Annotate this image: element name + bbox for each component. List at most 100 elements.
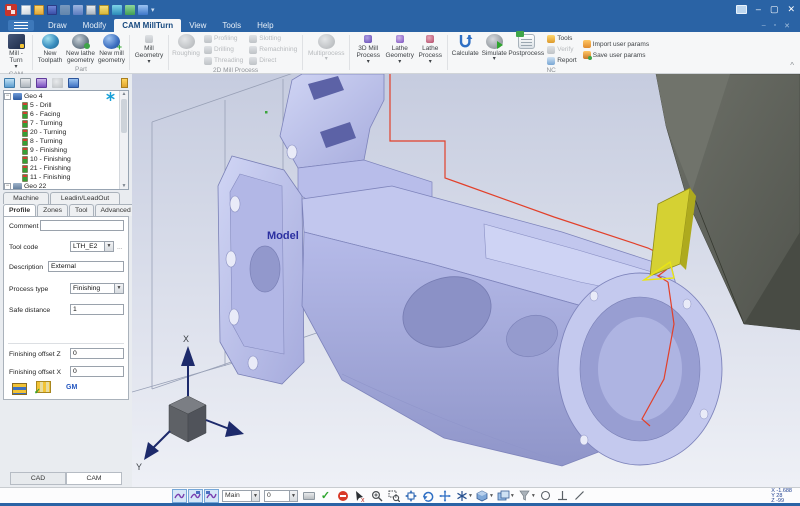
tree-node-geo4[interactable]: − Geo 4 (4, 92, 116, 101)
collapse-expander-icon[interactable]: − (4, 93, 11, 100)
tab-leadin-leadout[interactable]: Leadin/LeadOut (50, 192, 120, 204)
tree-scrollbar[interactable]: ▲ ▼ (119, 91, 128, 189)
postprocess-button[interactable]: Postprocess (508, 33, 544, 66)
settings-icon[interactable] (112, 5, 122, 15)
tab-advanced[interactable]: Advanced (95, 204, 137, 216)
chevron-down-icon[interactable]: ▼ (114, 284, 123, 293)
circle-snap-icon[interactable] (538, 489, 553, 503)
shading-mode-icon[interactable] (475, 489, 490, 503)
select-cursor-icon[interactable]: x (352, 489, 367, 503)
save-user-params-button[interactable]: Save user params (580, 50, 652, 61)
scroll-thumb[interactable] (121, 99, 127, 133)
new-toolpath-button[interactable]: New Toolpath (35, 33, 65, 65)
redo-icon[interactable] (73, 5, 83, 15)
calculate-button[interactable]: Calculate (450, 33, 480, 66)
pan-view-icon[interactable] (437, 489, 452, 503)
ribbon-collapse-button[interactable]: ^ (790, 61, 794, 70)
report-button[interactable]: Report (544, 55, 580, 66)
apply-params-icon[interactable] (36, 381, 51, 393)
print-icon[interactable] (86, 5, 96, 15)
coordinate-system-select[interactable]: Main ▼ (222, 490, 260, 502)
open-document-icon[interactable] (34, 5, 44, 15)
options-icon[interactable] (52, 78, 63, 88)
send-icon[interactable] (138, 5, 148, 15)
finishing-offset-z-input[interactable] (70, 348, 124, 359)
tab-modify[interactable]: Modify (75, 19, 115, 32)
tab-view[interactable]: View (181, 19, 214, 32)
display-options-icon[interactable] (454, 489, 469, 503)
tab-profile[interactable]: Profile (3, 204, 36, 216)
filter-display-icon[interactable] (517, 489, 532, 503)
tree-operation[interactable]: 11 - Finishing (22, 173, 129, 182)
tool-code-select[interactable]: LTH_E2 ▼ (70, 241, 114, 252)
rotate-view-icon[interactable] (420, 489, 435, 503)
tree-operation[interactable]: 5 - Drill (22, 101, 129, 110)
toolpath-display-toggle-3[interactable] (204, 489, 219, 503)
process-type-select[interactable]: Finishing ▼ (70, 283, 124, 294)
tree-operation[interactable]: 9 - Finishing (22, 146, 129, 155)
chevron-down-icon[interactable]: ▼ (104, 242, 113, 251)
tools-button[interactable]: Tools (544, 33, 580, 44)
tab-draw[interactable]: Draw (40, 19, 75, 32)
new-lathe-geometry-button[interactable]: New lathe geometry (65, 33, 96, 65)
zoom-window-icon[interactable] (386, 489, 401, 503)
tree-operation[interactable]: 7 - Turning (22, 119, 129, 128)
mdi-close-button[interactable]: ✕ (784, 22, 790, 30)
chevron-down-icon[interactable]: ▼ (531, 493, 536, 499)
link-icon[interactable] (125, 5, 135, 15)
zoom-fit-icon[interactable] (403, 489, 418, 503)
copy-icon[interactable] (99, 5, 109, 15)
maximize-button[interactable]: ▢ (770, 5, 779, 14)
abort-icon[interactable] (335, 489, 350, 503)
tab-machine[interactable]: Machine (3, 192, 49, 204)
close-button[interactable]: ✕ (787, 5, 795, 14)
safe-distance-input[interactable] (70, 304, 124, 315)
tool-code-browse-button[interactable]: ... (117, 244, 123, 251)
gcode-badge[interactable]: GM (66, 384, 77, 391)
tab-help[interactable]: Help (249, 19, 281, 32)
simulation-icon[interactable] (36, 78, 47, 88)
tree-operation[interactable]: 21 - Finishing (22, 164, 129, 173)
machine-display-icon[interactable] (4, 78, 15, 88)
minimize-button[interactable]: – (756, 5, 761, 14)
tree-operation[interactable]: 20 - Turning (22, 128, 129, 137)
tree-node-geo22[interactable]: − Geo 22 (4, 182, 116, 190)
simulate-button[interactable]: Simulate▾ (480, 33, 508, 66)
tree-operation[interactable]: 10 - Finishing (22, 155, 129, 164)
perpendicular-snap-icon[interactable] (555, 489, 570, 503)
keyboard-input-icon[interactable] (301, 489, 316, 503)
scroll-down-icon[interactable]: ▼ (120, 183, 128, 189)
tab-tools[interactable]: Tools (214, 19, 249, 32)
zoom-in-icon[interactable] (369, 489, 384, 503)
toolpath-display-toggle-2[interactable] (188, 489, 203, 503)
tool-table-shortcut-icon[interactable] (12, 383, 27, 395)
new-document-icon[interactable] (21, 5, 31, 15)
mdi-restore-button[interactable]: ▫ (774, 22, 776, 30)
tree-operation[interactable]: 8 - Turning (22, 137, 129, 146)
filter-icon[interactable] (20, 78, 31, 88)
layers-icon[interactable] (496, 489, 511, 503)
chevron-down-icon[interactable]: ▼ (489, 493, 494, 499)
tool-table-icon[interactable] (68, 78, 79, 88)
mdi-minimize-button[interactable]: – (762, 22, 766, 30)
lathe-process-button[interactable]: Lathe Process▾ (415, 33, 445, 65)
tab-cam[interactable]: CAM (66, 472, 122, 485)
mill-geometry-button[interactable]: Mill Geometry▾ (132, 33, 166, 65)
comment-input[interactable] (40, 220, 124, 231)
qat-menu-caret-icon[interactable]: ▾ (151, 6, 155, 14)
pin-icon[interactable] (121, 78, 128, 88)
line-snap-icon[interactable] (572, 489, 587, 503)
chevron-down-icon[interactable]: ▼ (289, 491, 297, 501)
confirm-icon[interactable]: ✓ (318, 489, 333, 503)
graphics-viewport[interactable]: X Y Model (132, 74, 800, 487)
mill-turn-button[interactable]: Mill - Turn▾ (2, 33, 30, 70)
finishing-offset-x-input[interactable] (70, 366, 124, 377)
tab-cam-millturn[interactable]: CAM MillTurn (114, 19, 181, 32)
lathe-geometry-button[interactable]: Lathe Geometry▾ (384, 33, 415, 65)
save-icon[interactable] (47, 5, 57, 15)
chevron-down-icon[interactable]: ▼ (468, 493, 473, 499)
new-mill-geometry-button[interactable]: New mill geometry (96, 33, 127, 65)
tab-zones[interactable]: Zones (37, 204, 68, 216)
tree-operation[interactable]: 6 - Facing (22, 110, 129, 119)
3d-mill-process-button[interactable]: 3D Mill Process▾ (352, 33, 384, 65)
